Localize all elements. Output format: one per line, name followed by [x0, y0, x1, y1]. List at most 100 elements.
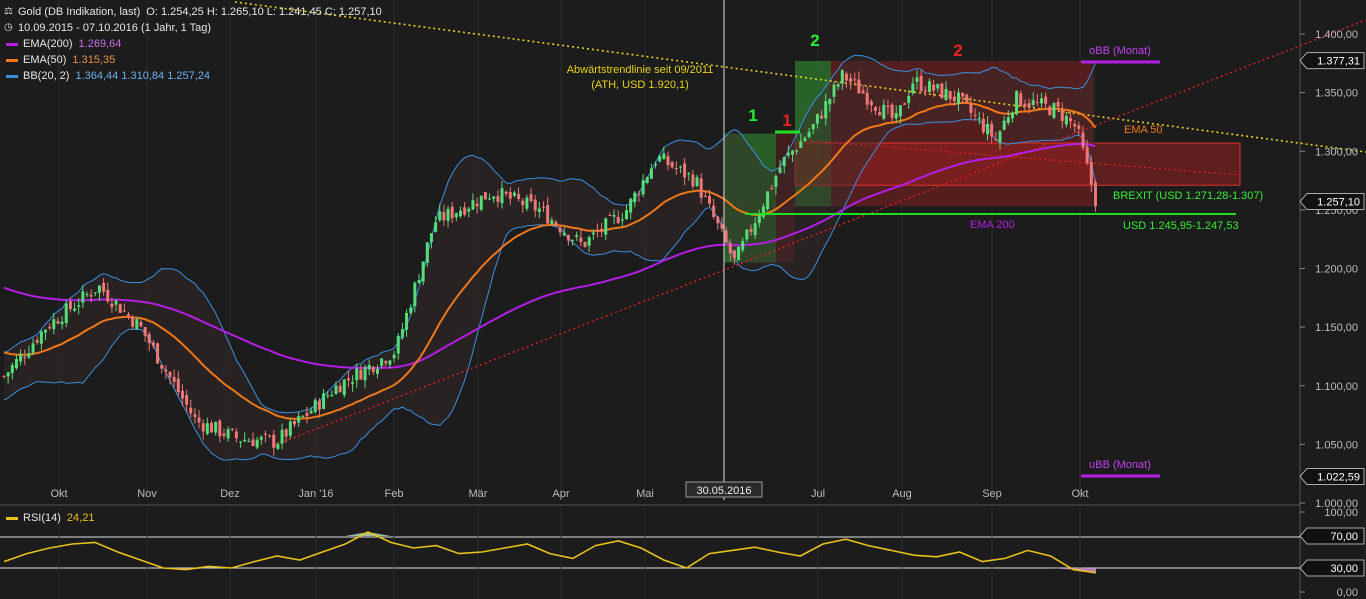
- candle-body: [571, 239, 575, 241]
- candle-body: [782, 157, 786, 167]
- chart-type-icon: ⚖: [4, 6, 13, 17]
- crosshair-date-label: 30.05.2016: [685, 481, 763, 498]
- x-tick-label: Dez: [220, 488, 240, 500]
- candle-body: [176, 378, 180, 393]
- candle-body: [326, 395, 330, 397]
- candle-body: [1006, 117, 1010, 123]
- candle-body: [957, 92, 960, 104]
- candle-body: [442, 212, 446, 221]
- candle-body: [122, 310, 126, 312]
- candle-body: [712, 205, 716, 217]
- wave-red-1: 1: [782, 111, 791, 130]
- candle-body: [832, 84, 836, 97]
- bb-label: BB(20, 2): [23, 70, 70, 82]
- candle-body: [1023, 103, 1027, 107]
- candle-body: [488, 198, 492, 200]
- clock-icon: ◷: [4, 22, 13, 33]
- candle-body: [1093, 182, 1097, 207]
- y-tick-label: 1.200,00: [1315, 264, 1358, 276]
- svg-text:1.377,31: 1.377,31: [1317, 56, 1360, 68]
- candle-body: [932, 84, 936, 91]
- candle-body: [1015, 91, 1019, 115]
- svg-text:1.022,59: 1.022,59: [1317, 472, 1360, 484]
- candle-body: [865, 92, 869, 105]
- candle-body: [1048, 106, 1052, 116]
- candle-body: [882, 104, 886, 119]
- candle-body: [886, 105, 890, 107]
- candle-body: [160, 364, 164, 369]
- candle-body: [849, 78, 853, 83]
- candle-body: [197, 417, 201, 423]
- candle-body: [454, 213, 458, 218]
- y-tick-label: 1.150,00: [1315, 322, 1358, 334]
- legend-ema200[interactable]: EMA(200) 1.269,64: [4, 36, 382, 52]
- candle-body: [135, 319, 139, 330]
- instrument-title: Gold (DB Indikation, last): [18, 6, 141, 18]
- candle-body: [467, 208, 471, 212]
- candle-body: [384, 361, 388, 364]
- candle-body: [620, 219, 624, 221]
- candle-body: [575, 235, 579, 237]
- candle-body: [6, 372, 10, 377]
- rsi-legend[interactable]: RSI(14) 24,21: [4, 512, 94, 524]
- legend-ema50[interactable]: EMA(50) 1.315,35: [4, 52, 382, 68]
- candle-body: [1060, 108, 1064, 121]
- ema50-value: 1.315,35: [72, 54, 116, 66]
- candle-body: [1056, 101, 1060, 107]
- candle-body: [724, 230, 728, 243]
- candle-body: [276, 444, 280, 449]
- candle-body: [48, 327, 52, 329]
- candle-body: [376, 368, 379, 374]
- candle-body: [1035, 102, 1039, 104]
- candle-body: [475, 203, 479, 207]
- candle-body: [944, 88, 948, 100]
- candle-body: [230, 428, 234, 430]
- rsi-tick-label: 100,00: [1324, 507, 1358, 519]
- candle-body: [1019, 93, 1023, 107]
- candle-body: [948, 90, 952, 100]
- candle-body: [226, 429, 230, 439]
- x-tick-label: Jul: [811, 488, 825, 500]
- candle-body: [878, 111, 882, 116]
- candle-body: [998, 131, 1002, 143]
- candle-body: [591, 232, 595, 235]
- support-label: USD 1.245,95-1.247,53: [1123, 220, 1239, 232]
- candle-body: [351, 382, 355, 384]
- candle-body: [741, 241, 745, 251]
- candle-body: [106, 289, 110, 302]
- candle-body: [214, 421, 218, 433]
- candle-body: [425, 242, 429, 263]
- candle-body: [566, 235, 570, 241]
- candle-body: [1002, 120, 1006, 130]
- candle-body: [44, 329, 47, 333]
- candle-body: [608, 214, 612, 216]
- candle-body: [284, 429, 288, 437]
- candle-body: [674, 168, 678, 170]
- candle-body: [93, 292, 97, 294]
- candle-body: [703, 196, 707, 198]
- candle-body: [251, 439, 255, 447]
- candle-body: [836, 84, 840, 87]
- candle-body: [305, 412, 309, 416]
- wave-green-2: 2: [810, 31, 819, 50]
- candle-body: [977, 118, 981, 120]
- candle-body: [508, 191, 512, 199]
- candle-body: [546, 205, 550, 224]
- candle-body: [243, 439, 247, 442]
- candle-body: [890, 104, 894, 118]
- candle-body: [139, 321, 143, 327]
- candle-body: [811, 124, 815, 130]
- candle-body: [737, 246, 741, 261]
- candle-body: [637, 193, 641, 195]
- candle-body: [550, 220, 554, 225]
- candle-body: [907, 95, 911, 103]
- candle-body: [820, 115, 824, 119]
- legend-bb[interactable]: BB(20, 2) 1.364,44 1.310,84 1.257,24: [4, 68, 382, 84]
- x-tick-label: Mär: [469, 488, 488, 500]
- ohlc-values: O: 1.254,25 H: 1.265,10 L: 1.241,45 C: 1…: [146, 6, 382, 18]
- candle-body: [961, 92, 965, 97]
- candle-body: [118, 304, 122, 313]
- ema200-value: 1.269,64: [78, 38, 122, 50]
- candle-body: [1044, 96, 1048, 104]
- candle-body: [720, 224, 724, 229]
